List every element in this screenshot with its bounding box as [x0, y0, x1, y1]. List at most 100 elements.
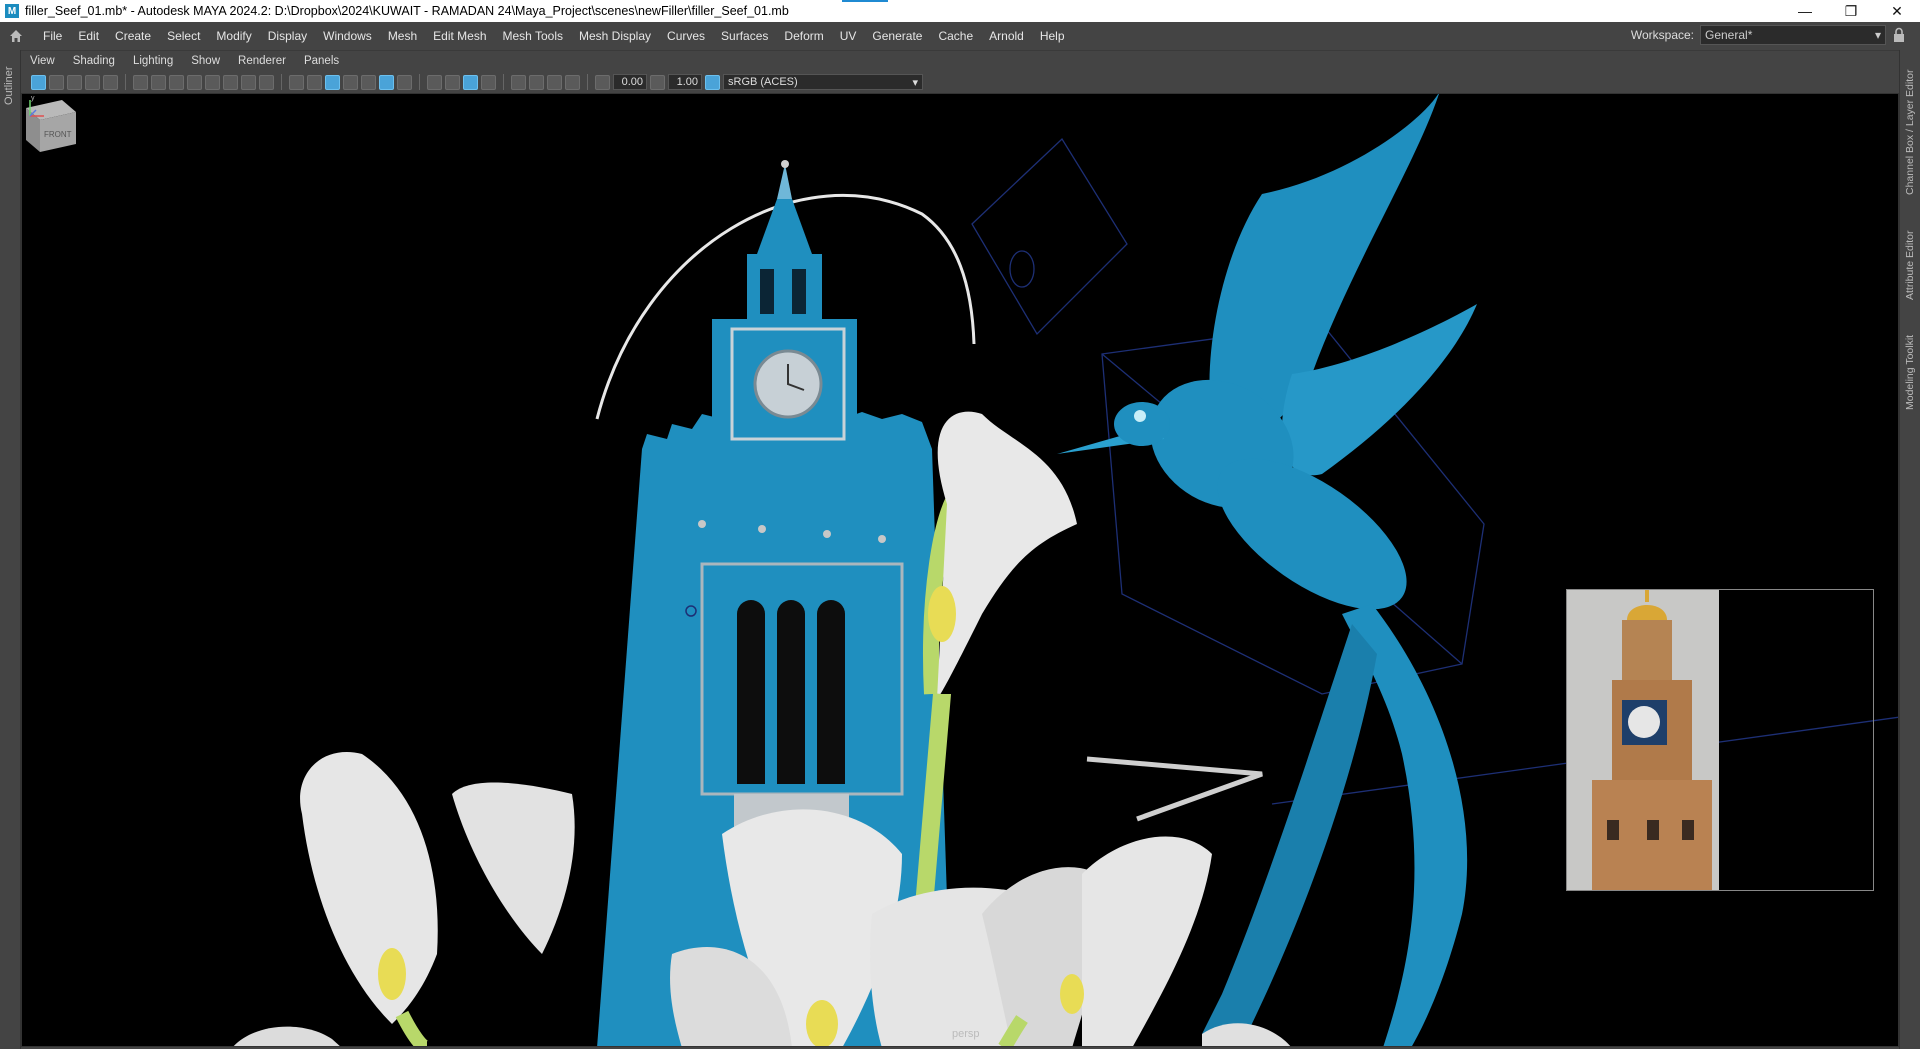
toolbar-separator — [587, 74, 588, 90]
tab-modeling-toolkit[interactable]: Modeling Toolkit — [1904, 335, 1916, 410]
close-button[interactable]: ✕ — [1874, 0, 1920, 22]
workspace-select[interactable]: General* ▾ — [1700, 25, 1886, 45]
tab-channel-box[interactable]: Channel Box / Layer Editor — [1904, 70, 1916, 196]
reference-image-plane[interactable] — [1566, 589, 1874, 891]
image-plane-icon[interactable] — [85, 74, 100, 90]
panel-menu-shading[interactable]: Shading — [64, 55, 124, 67]
reference-tower-image — [1567, 590, 1719, 890]
axis-x-label: x — [45, 113, 49, 120]
color-management-select[interactable]: sRGB (ACES) ▾ — [723, 74, 923, 90]
panel-menu-show[interactable]: Show — [182, 55, 229, 67]
wireframe-icon[interactable] — [307, 74, 322, 90]
menu-edit-mesh[interactable]: Edit Mesh — [425, 29, 494, 43]
viewcube-face-label: FRONT — [44, 130, 72, 139]
select-camera-icon[interactable] — [31, 74, 46, 90]
gamma-icon[interactable] — [650, 74, 665, 90]
lock-icon[interactable] — [1892, 27, 1906, 43]
camera-attributes-icon[interactable] — [49, 74, 64, 90]
minimize-button[interactable]: — — [1782, 0, 1828, 22]
panel-menu-panels[interactable]: Panels — [295, 55, 348, 67]
gamma-field[interactable]: 1.00 — [668, 74, 702, 90]
textured-icon[interactable] — [361, 74, 376, 90]
xray-icon[interactable] — [529, 74, 544, 90]
menu-file[interactable]: File — [35, 29, 70, 43]
safe-title-icon[interactable] — [259, 74, 274, 90]
axis-y-label: y — [31, 95, 35, 102]
window-title: filler_Seef_01.mb* - Autodesk MAYA 2024.… — [25, 4, 789, 18]
color-management-icon[interactable] — [705, 74, 720, 90]
menu-generate[interactable]: Generate — [864, 29, 930, 43]
camera-name-label: persp — [952, 1028, 980, 1040]
toolbar-separator — [419, 74, 420, 90]
bookmarks-icon[interactable] — [67, 74, 82, 90]
right-tab-strip: Channel Box / Layer Editor Attribute Edi… — [1899, 50, 1920, 1049]
menu-edit[interactable]: Edit — [70, 29, 107, 43]
camera-lock-icon[interactable] — [151, 74, 166, 90]
axis-gizmo: y x — [29, 95, 49, 120]
backface-culling-icon[interactable] — [565, 74, 580, 90]
left-tab-strip: Outliner — [0, 50, 21, 1049]
menu-modify[interactable]: Modify — [208, 29, 259, 43]
wireframe-on-shaded-icon[interactable] — [343, 74, 358, 90]
two-d-pan-zoom-icon[interactable] — [103, 74, 118, 90]
exposure-icon[interactable] — [595, 74, 610, 90]
chevron-down-icon: ▾ — [1874, 28, 1881, 42]
chevron-down-icon: ▾ — [912, 76, 918, 89]
home-icon[interactable] — [3, 23, 29, 49]
main-menubar: File Edit Create Select Modify Display W… — [0, 22, 1920, 51]
curve-swoosh — [1086, 756, 1263, 822]
safe-action-icon[interactable] — [241, 74, 256, 90]
menu-uv[interactable]: UV — [832, 29, 865, 43]
film-gate-icon[interactable] — [169, 74, 184, 90]
grease-pencil-icon[interactable] — [133, 74, 148, 90]
workspace-value: General* — [1705, 28, 1753, 42]
title-bar: M filler_Seef_01.mb* - Autodesk MAYA 202… — [0, 0, 1920, 22]
menu-mesh-tools[interactable]: Mesh Tools — [495, 29, 571, 43]
menu-surfaces[interactable]: Surfaces — [713, 29, 776, 43]
viewport-scene — [234, 94, 1898, 1046]
menu-mesh[interactable]: Mesh — [380, 29, 425, 43]
isolate-select-icon[interactable] — [511, 74, 526, 90]
menu-cache[interactable]: Cache — [930, 29, 981, 43]
menu-deform[interactable]: Deform — [776, 29, 831, 43]
perspective-viewport[interactable]: FRONT y x persp — [21, 93, 1899, 1047]
menu-mesh-display[interactable]: Mesh Display — [571, 29, 659, 43]
field-chart-icon[interactable] — [223, 74, 238, 90]
toolbar-separator — [503, 74, 504, 90]
gate-mask-icon[interactable] — [205, 74, 220, 90]
menu-display[interactable]: Display — [260, 29, 315, 43]
menu-curves[interactable]: Curves — [659, 29, 713, 43]
grid-icon[interactable] — [289, 74, 304, 90]
panel-menubar: View Shading Lighting Show Renderer Pane… — [21, 51, 1899, 71]
menu-windows[interactable]: Windows — [315, 29, 380, 43]
toolbar-separator — [125, 74, 126, 90]
toolbar-separator — [281, 74, 282, 90]
panel-menu-view[interactable]: View — [21, 55, 64, 67]
window-controls: — ❐ ✕ — [1782, 0, 1920, 22]
panel-toolbar: 0.00 1.00 sRGB (ACES) ▾ — [21, 71, 1899, 93]
title-accent — [842, 0, 888, 2]
workspace-label: Workspace: — [1630, 28, 1694, 42]
color-management-value: sRGB (ACES) — [728, 76, 798, 88]
tab-outliner[interactable]: Outliner — [3, 66, 15, 105]
use-all-lights-icon[interactable] — [379, 74, 394, 90]
menu-create[interactable]: Create — [107, 29, 159, 43]
maya-app-icon[interactable]: M — [5, 4, 19, 18]
depth-of-field-icon[interactable] — [481, 74, 496, 90]
panel-menu-renderer[interactable]: Renderer — [229, 55, 295, 67]
tab-attribute-editor[interactable]: Attribute Editor — [1904, 231, 1916, 300]
motion-blur-icon[interactable] — [445, 74, 460, 90]
screen-space-ao-icon[interactable] — [427, 74, 442, 90]
workspace-group: Workspace: General* ▾ — [1631, 25, 1906, 45]
menu-select[interactable]: Select — [159, 29, 208, 43]
menu-help[interactable]: Help — [1032, 29, 1073, 43]
anti-aliasing-icon[interactable] — [463, 74, 478, 90]
shadows-icon[interactable] — [397, 74, 412, 90]
exposure-field[interactable]: 0.00 — [613, 74, 647, 90]
resolution-gate-icon[interactable] — [187, 74, 202, 90]
menu-arnold[interactable]: Arnold — [981, 29, 1032, 43]
xray-joints-icon[interactable] — [547, 74, 562, 90]
maximize-button[interactable]: ❐ — [1828, 0, 1874, 22]
panel-menu-lighting[interactable]: Lighting — [124, 55, 182, 67]
smooth-shade-icon[interactable] — [325, 74, 340, 90]
